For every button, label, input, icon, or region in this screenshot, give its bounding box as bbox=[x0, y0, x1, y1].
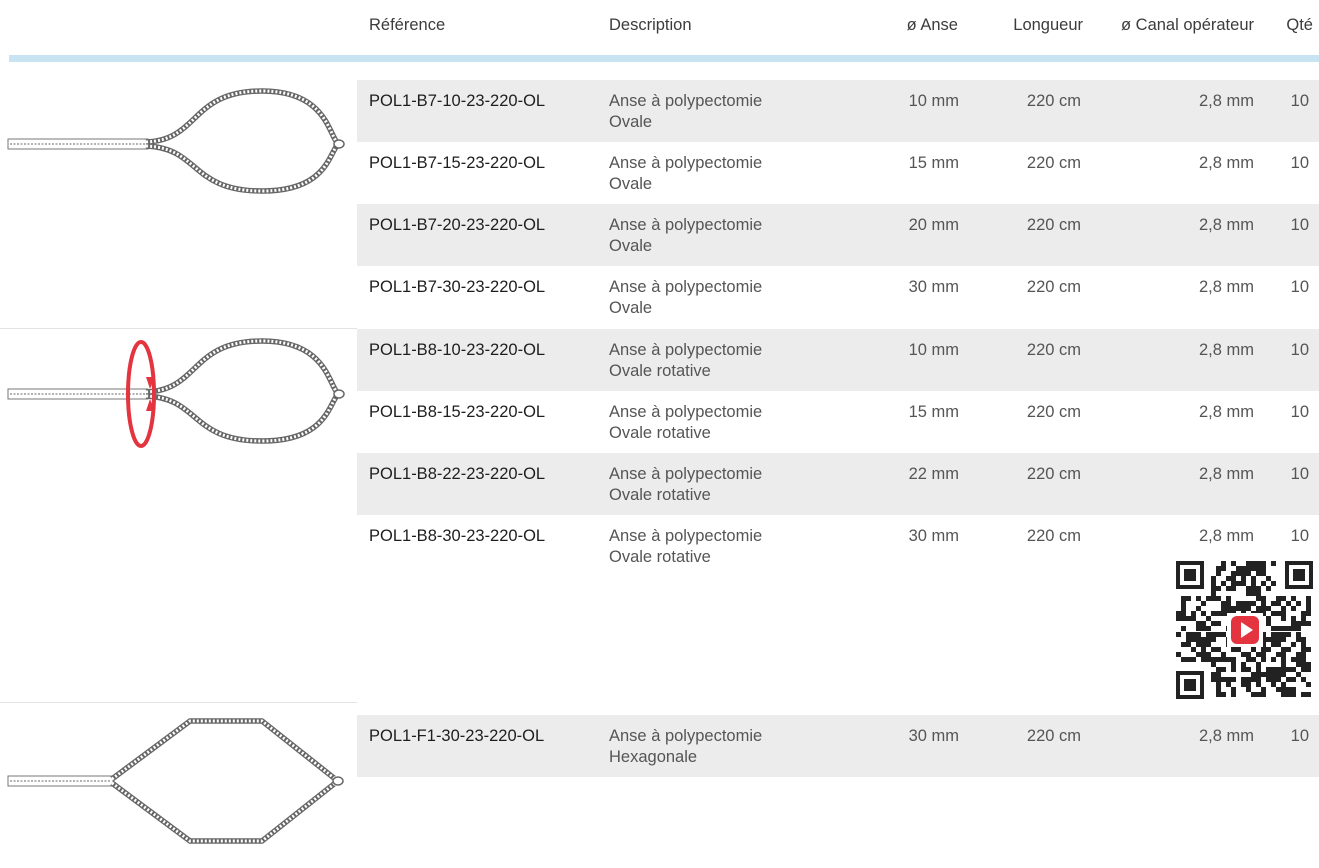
anse-cell: 22 mm bbox=[908, 465, 959, 483]
longueur-cell: 220 cm bbox=[1026, 92, 1081, 110]
reference-cell: POL1-B8-10-23-220-OL bbox=[369, 341, 546, 359]
qte-cell: 10 bbox=[1290, 727, 1309, 745]
description-cell: Anse à polypectomie Ovale rotative bbox=[609, 465, 763, 504]
anse-cell: 10 mm bbox=[908, 92, 959, 110]
canal-cell: 2,8 mm bbox=[1198, 465, 1254, 483]
anse-cell: 20 mm bbox=[908, 216, 959, 234]
canal-cell: 2,8 mm bbox=[1198, 341, 1254, 359]
description-cell: Anse à polypectomie Ovale rotative bbox=[609, 527, 763, 566]
rotating-snare-illustration bbox=[7, 338, 345, 448]
reference-cell: POL1-B7-30-23-220-OL bbox=[369, 278, 546, 296]
anse-cell: 30 mm bbox=[908, 727, 959, 745]
qte-cell: 10 bbox=[1290, 216, 1309, 234]
table-row: POL1-B8-15-23-220-OL Anse à polypectomie… bbox=[357, 391, 1319, 453]
qte-cell: 10 bbox=[1290, 154, 1309, 172]
reference-cell: POL1-B7-10-23-220-OL bbox=[369, 92, 546, 110]
reference-cell: POL1-B7-20-23-220-OL bbox=[369, 216, 546, 234]
description-cell: Anse à polypectomie Ovale rotative bbox=[609, 341, 763, 380]
anse-cell: 30 mm bbox=[908, 527, 959, 545]
table-row: POL1-B8-22-23-220-OL Anse à polypectomie… bbox=[357, 453, 1319, 515]
header-canal: ø Canal opérateur bbox=[1121, 16, 1254, 34]
group-divider bbox=[0, 328, 357, 329]
description-cell: Anse à polypectomie Ovale bbox=[609, 216, 763, 255]
table-row: POL1-B7-20-23-220-OL Anse à polypectomie… bbox=[357, 204, 1319, 266]
longueur-cell: 220 cm bbox=[1026, 403, 1081, 421]
qte-cell: 10 bbox=[1290, 527, 1309, 545]
reference-cell: POL1-B8-22-23-220-OL bbox=[369, 465, 546, 483]
description-cell: Anse à polypectomie Hexagonale bbox=[609, 727, 763, 766]
header-divider bbox=[9, 55, 1319, 62]
qte-cell: 10 bbox=[1290, 278, 1309, 296]
canal-cell: 2,8 mm bbox=[1198, 278, 1254, 296]
header-anse: ø Anse bbox=[906, 16, 958, 34]
anse-cell: 10 mm bbox=[908, 341, 959, 359]
header-reference: Référence bbox=[369, 16, 446, 34]
canal-cell: 2,8 mm bbox=[1198, 403, 1254, 421]
header-longueur: Longueur bbox=[1013, 16, 1083, 34]
group-divider bbox=[0, 702, 357, 703]
description-cell: Anse à polypectomie Ovale rotative bbox=[609, 403, 763, 442]
description-cell: Anse à polypectomie Ovale bbox=[609, 92, 763, 131]
description-cell: Anse à polypectomie Ovale bbox=[609, 278, 763, 317]
longueur-cell: 220 cm bbox=[1026, 341, 1081, 359]
canal-cell: 2,8 mm bbox=[1198, 527, 1254, 545]
longueur-cell: 220 cm bbox=[1026, 154, 1081, 172]
oval-snare-illustration bbox=[7, 88, 345, 194]
longueur-cell: 220 cm bbox=[1026, 527, 1081, 545]
reference-cell: POL1-B8-30-23-220-OL bbox=[369, 527, 546, 545]
play-icon[interactable] bbox=[1231, 616, 1259, 644]
canal-cell: 2,8 mm bbox=[1198, 216, 1254, 234]
header-description: Description bbox=[609, 16, 692, 34]
reference-cell: POL1-F1-30-23-220-OL bbox=[369, 727, 545, 745]
reference-cell: POL1-B8-15-23-220-OL bbox=[369, 403, 546, 421]
header-qte: Qté bbox=[1286, 16, 1313, 34]
table-row: POL1-B8-10-23-220-OL Anse à polypectomie… bbox=[357, 329, 1319, 391]
anse-cell: 15 mm bbox=[908, 403, 959, 421]
reference-cell: POL1-B7-15-23-220-OL bbox=[369, 154, 546, 172]
table-row: POL1-B7-10-23-220-OL Anse à polypectomie… bbox=[357, 80, 1319, 142]
qte-cell: 10 bbox=[1290, 465, 1309, 483]
longueur-cell: 220 cm bbox=[1026, 727, 1081, 745]
canal-cell: 2,8 mm bbox=[1198, 727, 1254, 745]
longueur-cell: 220 cm bbox=[1026, 216, 1081, 234]
canal-cell: 2,8 mm bbox=[1198, 154, 1254, 172]
longueur-cell: 220 cm bbox=[1026, 278, 1081, 296]
canal-cell: 2,8 mm bbox=[1198, 92, 1254, 110]
anse-cell: 15 mm bbox=[908, 154, 959, 172]
anse-cell: 30 mm bbox=[908, 278, 959, 296]
table-row: POL1-F1-30-23-220-OL Anse à polypectomie… bbox=[357, 715, 1319, 777]
qr-code-icon[interactable] bbox=[1172, 555, 1317, 705]
description-cell: Anse à polypectomie Ovale bbox=[609, 154, 763, 193]
longueur-cell: 220 cm bbox=[1026, 465, 1081, 483]
table-row: POL1-B7-15-23-220-OL Anse à polypectomie… bbox=[357, 142, 1319, 204]
qte-cell: 10 bbox=[1290, 92, 1309, 110]
qte-cell: 10 bbox=[1290, 403, 1309, 421]
qte-cell: 10 bbox=[1290, 341, 1309, 359]
table-row: POL1-B7-30-23-220-OL Anse à polypectomie… bbox=[357, 266, 1319, 328]
hexagonal-snare-illustration bbox=[7, 718, 344, 844]
